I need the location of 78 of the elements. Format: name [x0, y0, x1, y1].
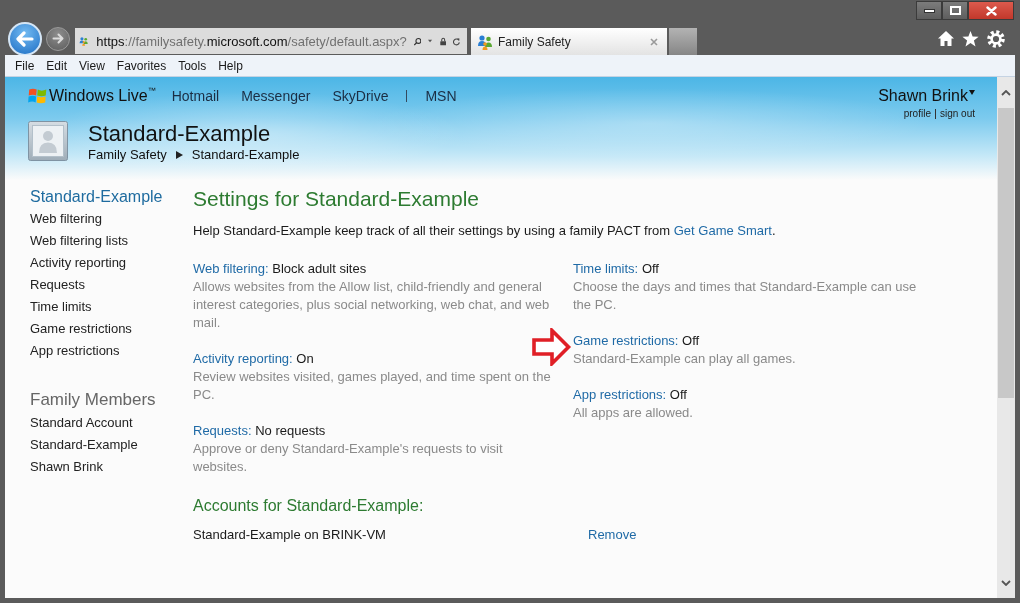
- address-field[interactable]: https://familysafety.microsoft.com/safety/default.aspx?: [96, 33, 407, 49]
- setting-description: Standard-Example can play all games.: [573, 350, 797, 368]
- right-arrow-icon: [52, 33, 64, 44]
- menu-item[interactable]: View: [73, 58, 111, 73]
- sidebar-link[interactable]: Requests: [30, 274, 85, 296]
- nav-link[interactable]: Hotmail: [171, 88, 220, 104]
- setting-value: Off: [669, 387, 687, 402]
- maximize-icon: [949, 6, 961, 15]
- sidebar-link[interactable]: Activity reporting: [30, 252, 127, 274]
- setting-link[interactable]: Web filtering:: [193, 261, 269, 276]
- menu-item[interactable]: Edit: [40, 58, 74, 73]
- setting-link[interactable]: App restrictions:: [573, 387, 667, 402]
- minimize-button[interactable]: [916, 1, 942, 20]
- close-icon: [985, 5, 997, 16]
- breadcrumb-link[interactable]: Family Safety: [88, 147, 167, 163]
- setting-value: Off: [682, 333, 700, 348]
- menu-item[interactable]: Favorites: [110, 58, 173, 73]
- people-icon: [477, 33, 493, 50]
- page-title: Settings for Standard-Example: [193, 186, 480, 212]
- menu-item[interactable]: File: [9, 58, 41, 73]
- scrollbar-thumb[interactable]: [998, 108, 1014, 398]
- user-avatar-icon: [28, 121, 68, 161]
- star-icon[interactable]: [962, 30, 979, 47]
- setting-link[interactable]: Requests:: [193, 423, 252, 438]
- setting-value: On: [296, 351, 314, 366]
- caret-down-icon: [969, 90, 975, 95]
- intro-text: Help Standard-Example keep track of all their settings by using a family PACT from Get Game Smart.: [193, 222, 777, 240]
- profile-name: Standard-Example: [88, 121, 272, 147]
- house-icon[interactable]: [938, 31, 954, 46]
- setting-link[interactable]: Activity reporting:: [193, 351, 293, 366]
- member-link[interactable]: Standard-Example: [30, 434, 138, 456]
- section-heading: Accounts for Standard-Example:: [193, 496, 425, 516]
- breadcrumb-current: Standard-Example: [191, 147, 300, 163]
- caret-down-icon[interactable]: [428, 39, 433, 43]
- brand-name: Windows Live$^{™}$: [49, 86, 156, 106]
- flag-logo-icon: [28, 88, 47, 104]
- left-arrow-icon: [16, 31, 34, 47]
- browser-tab[interactable]: Family Safety: [471, 28, 667, 55]
- setting-value: Off: [641, 261, 659, 276]
- setting-value: No requests: [255, 423, 326, 438]
- sidebar-title[interactable]: Standard-Example: [30, 186, 163, 208]
- intro-link[interactable]: Get Game Smart: [673, 223, 772, 238]
- nav-link[interactable]: Messenger: [241, 88, 311, 104]
- separator-arrow-icon: [175, 151, 183, 159]
- header-link[interactable]: profile: [903, 108, 931, 119]
- gear-icon[interactable]: [987, 29, 1005, 48]
- remove-link[interactable]: Remove: [588, 526, 637, 544]
- member-link[interactable]: Standard Account: [30, 412, 133, 434]
- sidebar-link[interactable]: Game restrictions: [30, 318, 132, 340]
- member-link[interactable]: Shawn Brink: [30, 456, 103, 478]
- sidebar-link[interactable]: Web filtering lists: [30, 230, 128, 252]
- setting-link[interactable]: Game restrictions:: [573, 333, 679, 348]
- setting-description: Allows websites from the Allow list, child-friendly and general interest categories, plus social networking, web chat, and web mail.: [193, 278, 551, 332]
- minimize-icon: [923, 8, 935, 13]
- user-menu[interactable]: Shawn Brink: [878, 86, 975, 106]
- back-button[interactable]: [8, 22, 42, 56]
- nav-link[interactable]: MSN: [425, 88, 457, 104]
- sidebar-link[interactable]: Web filtering: [30, 208, 102, 230]
- chevron-down-icon: [1001, 579, 1011, 586]
- sidebar-link[interactable]: App restrictions: [30, 340, 120, 362]
- section-heading: Family Members: [30, 390, 156, 410]
- maximize-button[interactable]: [942, 1, 968, 20]
- menu-item[interactable]: Help: [212, 58, 249, 73]
- chevron-up-icon: [1001, 89, 1011, 96]
- account-name: Standard-Example on BRINK-VM: [193, 526, 387, 544]
- setting-link[interactable]: Time limits:: [573, 261, 639, 276]
- menu-item[interactable]: Tools: [172, 58, 213, 73]
- header-link[interactable]: sign out: [939, 108, 975, 119]
- nav-link[interactable]: SkyDrive: [332, 88, 389, 104]
- close-button[interactable]: [968, 1, 1014, 20]
- setting-description: Review websites visited, games played, and time spent on the PC.: [193, 368, 552, 404]
- setting-value: Block adult sites: [272, 261, 367, 276]
- setting-description: All apps are allowed.: [573, 404, 694, 422]
- sidebar-link[interactable]: Time limits: [30, 296, 92, 318]
- setting-description: Approve or deny Standard-Example's requests to visit websites.: [193, 440, 504, 476]
- forward-button[interactable]: [46, 26, 70, 51]
- setting-description: Choose the days and times that Standard-Example can use the PC.: [573, 278, 918, 314]
- close-icon[interactable]: [650, 37, 658, 46]
